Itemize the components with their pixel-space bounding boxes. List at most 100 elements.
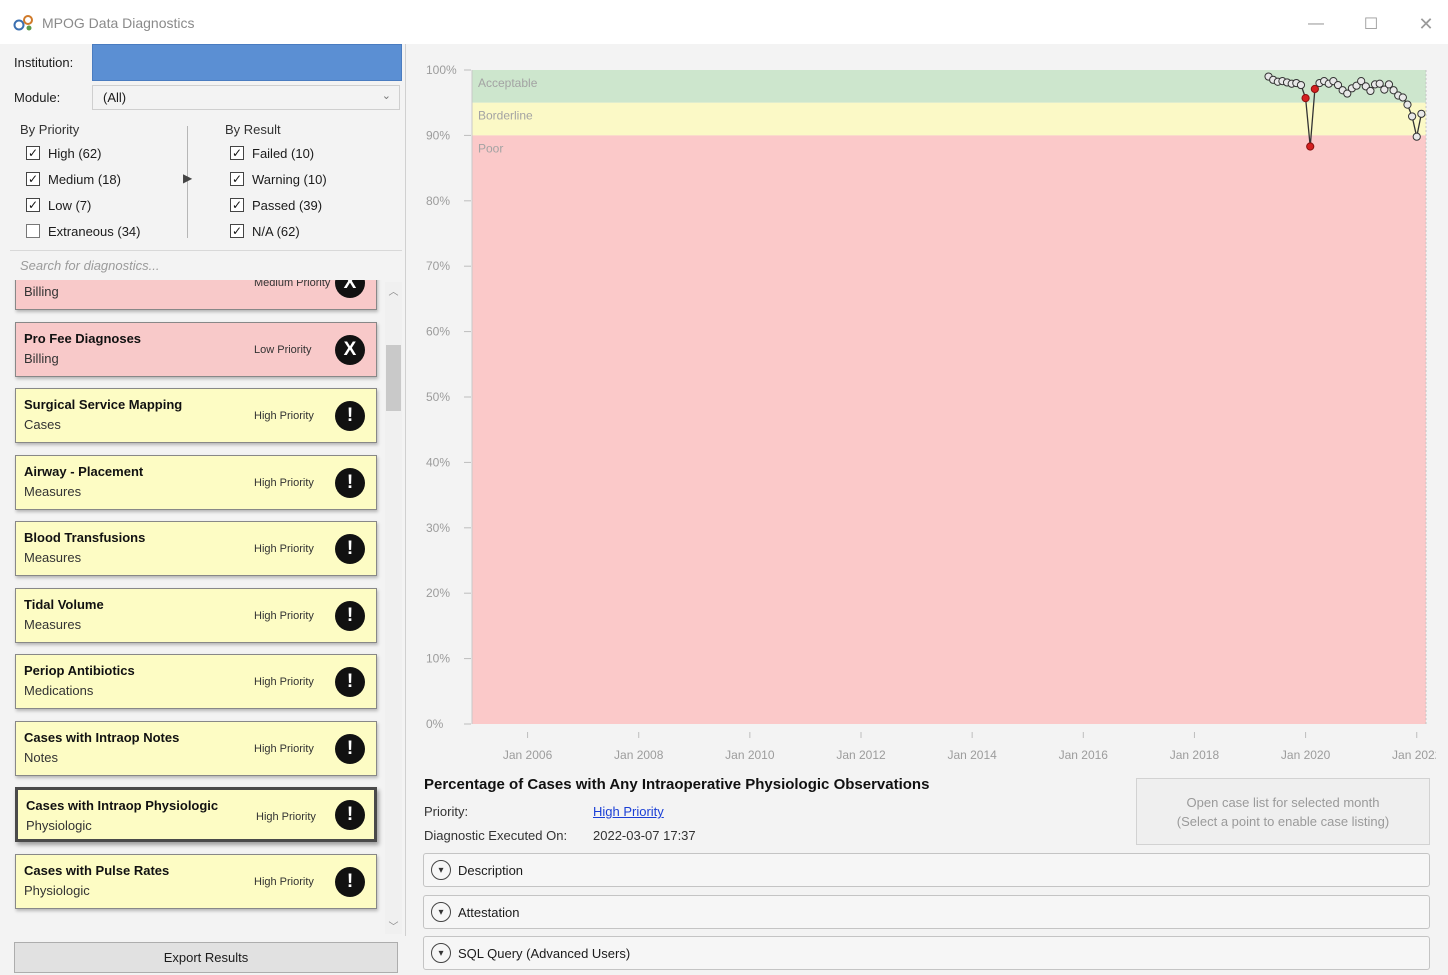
diagnostic-name: Blood Transfusions <box>24 530 146 545</box>
diagnostic-priority: High Priority <box>254 543 314 555</box>
module-select-value: (All) <box>103 90 127 105</box>
data-point-flagged <box>1306 142 1315 151</box>
module-select[interactable]: (All) ⌄ <box>92 85 400 110</box>
data-point <box>1417 109 1426 118</box>
x-tick-label: Jan 2014 <box>947 748 997 762</box>
description-expander[interactable]: ▾ Description <box>423 853 1430 887</box>
checkbox-icon: ✓ <box>26 146 40 160</box>
diagnostic-module: Notes <box>24 749 58 765</box>
diagnostic-name: Periop Antibiotics <box>24 663 135 678</box>
diagnostic-card[interactable]: Periop Antibiotics Medications High Priori… <box>15 654 377 709</box>
y-tick-label: 90% <box>426 128 450 142</box>
priority-checkbox-extraneous[interactable]: Extraneous (34) <box>26 221 141 241</box>
search-input[interactable]: Search for diagnostics... <box>20 258 159 273</box>
institution-label: Institution: <box>14 55 74 70</box>
result-checkbox-failed[interactable]: ✓ Failed (10) <box>230 143 327 163</box>
minimize-button[interactable]: — <box>1293 10 1339 38</box>
checkbox-label: High (62) <box>48 145 102 161</box>
diagnostic-card[interactable]: Surgical Service Mapping Cases High Priori… <box>15 388 377 443</box>
open-case-list-button[interactable]: Open case list for selected month (Selec… <box>1136 778 1430 845</box>
diagnostic-card[interactable]: Pro Fee Diagnoses Billing Low Priority X <box>15 321 377 377</box>
exclamation-circle-icon: ! <box>335 800 365 830</box>
diagnostic-name: Cases with Pulse Rates <box>24 862 170 878</box>
checkbox-label: Extraneous (34) <box>48 223 141 239</box>
expander-label: SQL Query (Advanced Users) <box>458 945 631 961</box>
y-tick-label: 10% <box>426 652 450 666</box>
data-point <box>1403 100 1412 109</box>
checkbox-icon: ✓ <box>26 172 40 186</box>
diagnostic-priority: Medium Priority <box>254 280 331 289</box>
diagnostic-title: Percentage of Cases with Any Intraoperat… <box>424 776 930 793</box>
diagnostic-priority: High Priority <box>254 476 314 489</box>
y-tick-label: 20% <box>426 586 450 600</box>
diagnostic-module: Billing <box>24 350 59 366</box>
diagnostic-card[interactable]: Tidal Volume Measures High Priority! <box>15 587 377 643</box>
diagnostic-card[interactable]: Cases with Intraop Physiologic Physiologi… <box>15 787 377 842</box>
x-tick-label: Jan 2016 <box>1059 748 1109 762</box>
app-logo-icon <box>13 15 33 31</box>
by-result-title: By Result <box>225 122 281 137</box>
priority-checkbox-low[interactable]: ✓ Low (7) <box>26 195 141 215</box>
y-tick-label: 70% <box>426 259 450 273</box>
diagnostic-list: Pro Fee Procedures SurgicalBillingMedium… <box>0 280 406 936</box>
exclamation-circle-icon: ! <box>335 866 365 897</box>
exclamation-circle-icon: ! <box>335 534 365 564</box>
institution-field[interactable] <box>92 44 402 81</box>
diagnostic-card[interactable]: Blood Transfusions Measures High Priority! <box>15 521 377 576</box>
result-checkbox-passed[interactable]: ✓ Passed (39) <box>230 195 327 215</box>
diagnostic-module: Medications <box>24 683 94 698</box>
diagnostic-priority: Low Priority <box>254 343 312 356</box>
title-bar <box>0 0 1448 44</box>
priority-link[interactable]: High Priority <box>593 804 664 819</box>
result-checkbox-warning[interactable]: ✓ Warning (10) <box>230 169 327 189</box>
band-acceptable <box>472 70 1426 103</box>
result-checkbox-group: ✓ Failed (10) ✓ Warning (10) ✓ Passed (3… <box>230 143 327 241</box>
diagnostic-module: Physiologic <box>26 818 92 833</box>
y-tick-label: 40% <box>426 455 450 469</box>
diagnostic-card[interactable]: Cases with Intraop Notes Notes High Priori… <box>15 720 377 776</box>
expander-label: Description <box>458 862 524 878</box>
diagnostic-module: Billing <box>24 284 59 299</box>
y-tick-label: 30% <box>426 521 450 535</box>
maximize-button[interactable]: ☐ <box>1348 10 1394 38</box>
result-checkbox-na[interactable]: ✓ N/A (62) <box>230 221 327 241</box>
x-tick-label: Jan 2022 <box>1392 748 1436 762</box>
diagnostic-card[interactable]: Cases with Pulse Rates Physiologic High Pr… <box>15 853 377 909</box>
sql-query-expander[interactable]: ▾ SQL Query (Advanced Users) <box>423 936 1430 970</box>
checkbox-icon: ✓ <box>230 172 244 186</box>
diagnostic-priority: High Priority <box>254 875 314 888</box>
diagnostic-chart: Acceptable Borderline Poor 0% 10% 20% 30% 40% 50… <box>426 63 1436 762</box>
diagnostic-card[interactable]: Pro Fee Procedures SurgicalBillingMedium… <box>15 280 377 310</box>
checkbox-label: Failed (10) <box>252 145 315 161</box>
scroll-down-icon[interactable]: ﹀ <box>385 918 402 933</box>
filter-separator <box>10 250 402 251</box>
exclamation-circle-icon: ! <box>335 401 365 431</box>
chevron-down-icon: ▾ <box>431 902 451 922</box>
checkbox-label: N/A (62) <box>252 223 300 239</box>
x-tick-label: Jan 2018 <box>1170 748 1220 762</box>
checkbox-icon: ✓ <box>230 224 244 238</box>
priority-checkbox-medium[interactable]: ✓ Medium (18) <box>26 169 141 189</box>
y-tick-label: 0% <box>426 717 444 731</box>
chevron-down-icon: ⌄ <box>381 90 391 102</box>
x-tick-label: Jan 2012 <box>836 748 886 762</box>
scroll-up-icon[interactable]: ︿ <box>385 283 402 298</box>
chevron-down-icon: ▾ <box>431 860 451 880</box>
scrollbar-thumb[interactable] <box>386 345 401 411</box>
close-button[interactable]: ✕ <box>1403 10 1448 38</box>
priority-checkbox-high[interactable]: ✓ High (62) <box>26 143 141 163</box>
expand-arrow-icon[interactable]: ▶ <box>183 171 192 185</box>
attestation-expander[interactable]: ▾ Attestation <box>423 895 1430 929</box>
band-label: Borderline <box>478 109 533 123</box>
checkbox-icon: ✓ <box>230 146 244 160</box>
export-results-button[interactable]: Export Results <box>14 942 398 973</box>
exclamation-circle-icon: ! <box>335 600 365 631</box>
diagnostic-card[interactable]: Airway - Placement Measures High Priority! <box>15 454 377 510</box>
x-circle-icon: X <box>335 334 365 365</box>
diagnostic-priority: High Priority <box>256 811 316 823</box>
window-title: MPOG Data Diagnostics <box>42 15 195 31</box>
y-tick-label: 80% <box>426 194 450 208</box>
checkbox-icon: ✓ <box>230 198 244 212</box>
band-poor <box>472 135 1426 724</box>
checkbox-label: Warning (10) <box>252 171 327 187</box>
